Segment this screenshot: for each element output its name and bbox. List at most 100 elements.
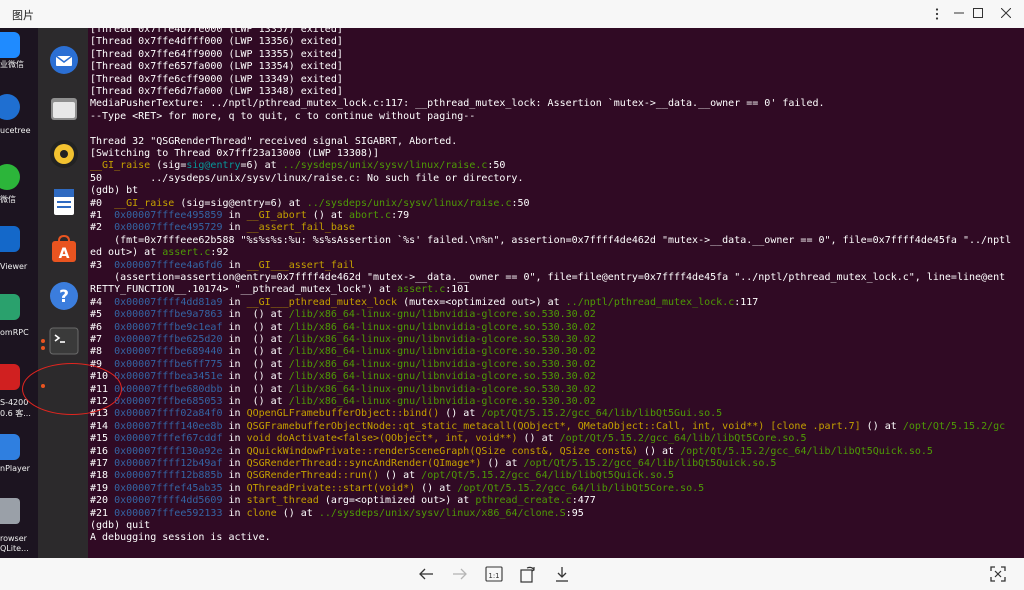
viewer-icon[interactable]: [0, 226, 20, 252]
terminal-text: #1: [90, 210, 115, 221]
db-browser-icon[interactable]: [0, 498, 20, 524]
terminal-text: 0x00007fffee4a6fd6: [114, 259, 223, 271]
terminal-text: Thread 32 "QSGRenderThread" received sig…: [90, 135, 458, 147]
terminal-text: (gdb) quit: [90, 520, 151, 531]
terminal-line: [Thread 0x7ffe64ff9000 (LWP 13355) exite…: [90, 49, 343, 61]
terminal-text: 0x00007ffff4dd81a9: [114, 296, 223, 308]
terminal-text: __GI_raise: [90, 160, 151, 172]
rotate-icon: [520, 566, 535, 583]
terminal-line: (assertion=assertion@entry=0x7ffff4de462…: [90, 272, 1005, 284]
terminal-text: --Type <RET> for more, q to quit, c to c…: [90, 110, 476, 122]
terminal-text: /opt/Qt/5.15.2/gcc_64/lib/libQt5Quick.so…: [680, 445, 933, 457]
terminal-text: in () at: [222, 321, 289, 333]
wecom-icon[interactable]: [0, 32, 20, 58]
terminal-line: (gdb) bt: [90, 185, 138, 197]
terminal-text: in: [222, 470, 247, 482]
terminal-text: :79: [391, 210, 410, 221]
terminal-text: in () at: [222, 371, 289, 383]
files-icon[interactable]: [48, 92, 80, 124]
terminal-text: 0x00007fffbe9c1eaf: [114, 321, 223, 333]
close-icon: [1001, 8, 1011, 18]
terminal-text: __GI_abort: [246, 210, 307, 221]
terminal-text: 0x00007fffbe6ff775: [114, 358, 223, 370]
terminal-line: #16 0x00007ffff130a92e in QQuickWindowPr…: [90, 446, 933, 458]
s4200-icon[interactable]: [0, 364, 20, 390]
terminal-text: abort.c: [348, 210, 392, 221]
desktop-label: omRPC: [0, 328, 29, 337]
desktop-label: QLite...: [0, 544, 29, 553]
terminal-text: in: [222, 482, 247, 494]
terminal-text: [Thread 0x7ffe4d7fe000 (LWP 13357) exite…: [90, 28, 343, 35]
terminal-text: #17: [90, 458, 115, 469]
terminal-line: A debugging session is active.: [90, 532, 271, 544]
terminal-text: /lib/x86_64-linux-gnu/libnvidia-glcore.s…: [288, 346, 596, 358]
terminal-text: start_thread: [246, 495, 319, 507]
terminal-line: #9 0x00007fffbe6ff775 in () at /lib/x86_…: [90, 359, 596, 371]
desktop-label: ucetree: [0, 126, 31, 135]
terminal-line: #17 0x00007ffff12b49af in QSGRenderThrea…: [90, 458, 776, 470]
terminal-text: #14: [90, 420, 115, 432]
viewer-toolbar: 1:1: [0, 558, 1024, 590]
maximize-icon: [973, 8, 983, 18]
terminal-text: (arg=<optimized out>) at: [318, 495, 476, 507]
rpc-icon[interactable]: [0, 294, 20, 320]
software-center-icon[interactable]: A: [48, 233, 80, 265]
next-button[interactable]: [448, 564, 472, 584]
terminal-line: #3 0x00007fffee4a6fd6 in __GI___assert_f…: [90, 260, 355, 272]
actual-size-button[interactable]: 1:1: [482, 564, 506, 584]
terminal-line: [Thread 0x7ffe4d7fe000 (LWP 13357) exite…: [90, 28, 343, 36]
terminal-text: #3: [90, 259, 115, 271]
terminal-icon[interactable]: [48, 325, 80, 357]
terminal-line: #13 0x00007ffff02a84f0 in QOpenGLFramebu…: [90, 408, 722, 420]
terminal-line: #2 0x00007fffee495729 in __assert_fail_b…: [90, 222, 355, 234]
terminal-text: 0x00007ffff130a92e: [114, 445, 223, 457]
terminal-text: (sig=: [150, 160, 187, 172]
terminal-text: assert.c: [162, 247, 211, 259]
svg-text:?: ?: [59, 287, 69, 307]
libreoffice-writer-icon[interactable]: [48, 186, 80, 218]
terminal-line: (gdb) quit: [90, 520, 150, 532]
rhythmbox-icon[interactable]: [48, 138, 80, 170]
thunderbird-icon[interactable]: [48, 44, 80, 76]
terminal-text: [Thread 0x7ffe4dfff000 (LWP 13356) exite…: [90, 36, 343, 48]
terminal-text: in () at: [222, 383, 289, 395]
terminal-output[interactable]: [Thread 0x7ffe4d7fe000 (LWP 13357) exite…: [88, 28, 1024, 558]
terminal-text: in: [222, 259, 247, 271]
terminal-line: MediaPusherTexture: ../nptl/pthread_mute…: [90, 98, 825, 110]
running-indicator: [41, 339, 45, 343]
terminal-text: 0x00007ffff140ee8b: [114, 420, 223, 432]
previous-button[interactable]: [414, 564, 438, 584]
terminal-text: /opt/Qt/5.15.2/gcc_64/lib/libQt5Core.so.…: [559, 433, 807, 445]
close-button[interactable]: [989, 2, 1023, 24]
terminal-text: () at: [276, 507, 319, 519]
terminal-text: /opt/Qt/5.15.2/gcc_64/lib/libQt5Quick.so…: [523, 458, 777, 469]
terminal-text: 0x00007fffbe9a7863: [114, 309, 223, 321]
terminal-text: in: [222, 458, 247, 469]
terminal-text: in: [222, 296, 247, 308]
terminal-text: in () at: [222, 346, 289, 358]
terminal-line: [Thread 0x7ffe6d7fa000 (LWP 13348) exite…: [90, 86, 343, 98]
terminal-text: [Thread 0x7ffe6cff9000 (LWP 13349) exite…: [90, 73, 343, 85]
terminal-text: in: [222, 495, 247, 507]
download-button[interactable]: [550, 564, 574, 584]
desktop-label: 0.6 客...: [0, 409, 31, 418]
terminal-text: /lib/x86_64-linux-gnu/libnvidia-glcore.s…: [288, 396, 596, 407]
terminal-line: #18 0x00007ffff12b885b in QSGRenderThrea…: [90, 470, 674, 482]
fit-screen-button[interactable]: [986, 564, 1010, 584]
sourcetree-icon[interactable]: [0, 94, 20, 120]
help-icon[interactable]: ?: [48, 280, 80, 312]
terminal-text: :50: [487, 160, 506, 172]
terminal-text: [Thread 0x7ffe657fa000 (LWP 13354) exite…: [90, 61, 343, 73]
terminal-line: Thread 32 "QSGRenderThread" received sig…: [90, 136, 457, 148]
terminal-text: #4: [90, 296, 115, 308]
desktop-label: rowser: [0, 534, 27, 543]
wechat-icon[interactable]: [0, 164, 20, 190]
terminal-text: in: [222, 507, 247, 519]
rotate-button[interactable]: [515, 564, 539, 584]
svg-text:A: A: [59, 246, 70, 262]
player-icon[interactable]: [0, 434, 20, 460]
terminal-text: () at: [439, 408, 482, 420]
actual-size-icon: 1:1: [485, 566, 503, 582]
terminal-text: (gdb) bt: [90, 185, 139, 197]
terminal-text: A debugging session is active.: [90, 532, 271, 544]
